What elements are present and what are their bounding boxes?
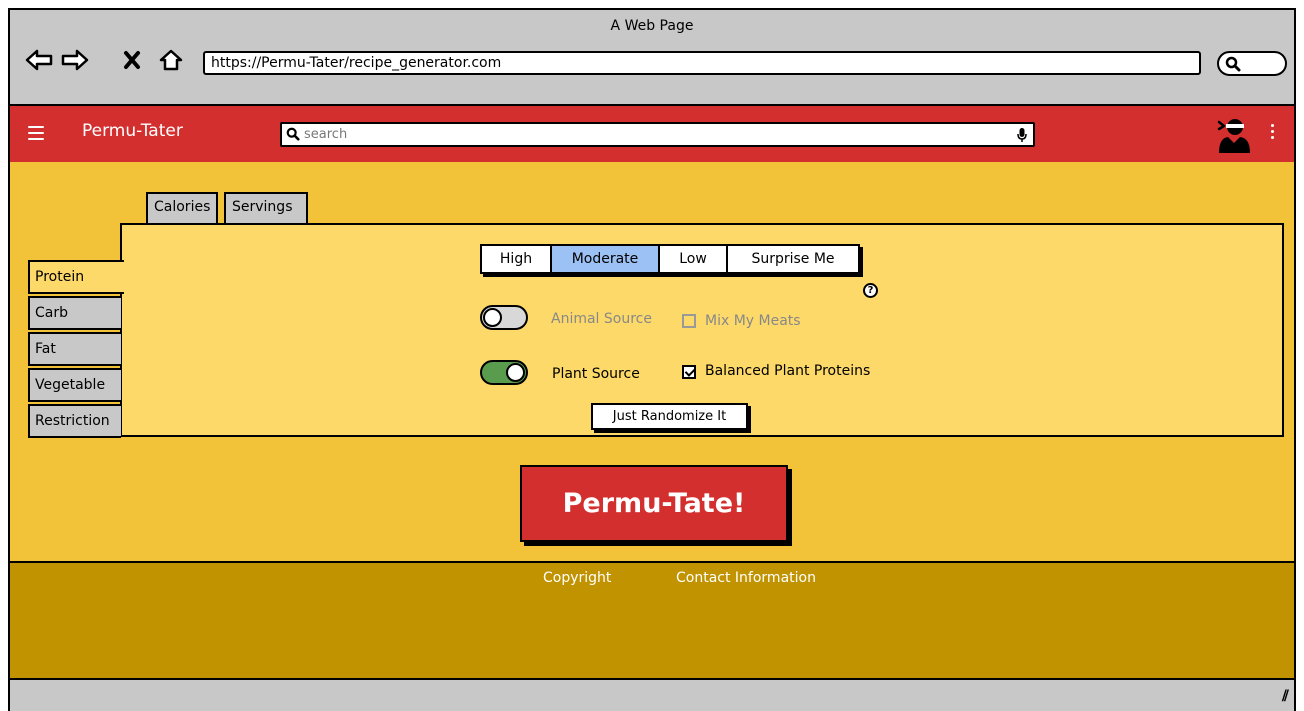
- level-high-button[interactable]: High: [482, 246, 552, 272]
- balanced-plant-proteins-checkbox[interactable]: [682, 365, 696, 379]
- window-title: A Web Page: [610, 18, 694, 34]
- microphone-icon[interactable]: [1017, 127, 1027, 143]
- hamburger-menu-icon[interactable]: [28, 126, 44, 140]
- animal-source-toggle[interactable]: [480, 305, 528, 330]
- browser-search-field[interactable]: [1217, 51, 1287, 76]
- search-icon: [1225, 56, 1241, 72]
- level-moderate-button[interactable]: Moderate: [552, 246, 660, 272]
- level-surprise-me-button[interactable]: Surprise Me: [728, 246, 858, 272]
- status-bar: //: [10, 680, 1294, 711]
- home-icon[interactable]: [158, 46, 184, 74]
- level-low-button[interactable]: Low: [660, 246, 728, 272]
- animal-source-label: Animal Source: [551, 311, 652, 327]
- main-content: Calories Servings Protein Carb Fat Veget…: [10, 162, 1294, 561]
- brand-title[interactable]: Permu-Tater: [82, 121, 183, 141]
- url-bar[interactable]: https://Permu-Tater/recipe_generator.com: [203, 51, 1201, 75]
- user-avatar-icon[interactable]: [1216, 116, 1252, 154]
- level-selector: High Moderate Low Surprise Me: [480, 244, 860, 274]
- close-x-icon[interactable]: [122, 46, 142, 74]
- copyright-link[interactable]: Copyright: [543, 570, 611, 586]
- kebab-menu-icon[interactable]: [1271, 124, 1274, 139]
- search-input[interactable]: [304, 125, 994, 144]
- footer: Copyright Contact Information: [10, 561, 1294, 680]
- plant-source-label: Plant Source: [552, 366, 640, 382]
- tab-protein[interactable]: Protein: [28, 260, 124, 294]
- tab-restriction[interactable]: Restriction: [28, 404, 121, 438]
- search-icon: [286, 127, 300, 141]
- contact-information-link[interactable]: Contact Information: [676, 570, 816, 586]
- tab-servings[interactable]: Servings: [224, 192, 309, 224]
- mix-my-meats-label: Mix My Meats: [705, 313, 801, 329]
- just-randomize-button[interactable]: Just Randomize It: [591, 403, 748, 430]
- tab-calories[interactable]: Calories: [146, 192, 219, 224]
- plant-source-toggle[interactable]: [480, 360, 528, 385]
- help-question-icon[interactable]: ?: [863, 283, 878, 298]
- back-arrow-icon[interactable]: [24, 46, 54, 74]
- tab-carb[interactable]: Carb: [28, 296, 121, 330]
- app-bar: Permu-Tater: [10, 104, 1294, 162]
- balanced-plant-proteins-label: Balanced Plant Proteins: [705, 363, 871, 379]
- tab-vegetable[interactable]: Vegetable: [28, 368, 121, 402]
- tab-fat[interactable]: Fat: [28, 332, 121, 366]
- mix-my-meats-checkbox[interactable]: [682, 314, 696, 328]
- permu-tate-button[interactable]: Permu-Tate!: [520, 465, 788, 542]
- browser-window: A Web Page https://Permu-Tater/recipe_ge…: [8, 8, 1296, 711]
- search-bar[interactable]: [280, 122, 1035, 147]
- resize-grip-icon[interactable]: //: [1282, 688, 1289, 704]
- forward-arrow-icon[interactable]: [60, 46, 90, 74]
